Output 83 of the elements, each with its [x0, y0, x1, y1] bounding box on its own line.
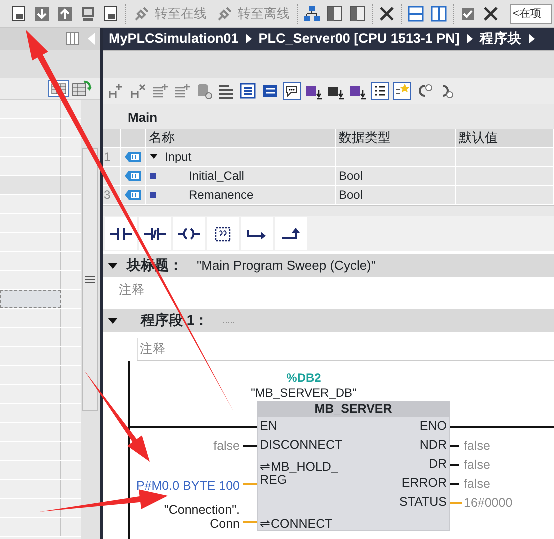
list-icon[interactable]	[371, 82, 389, 100]
caret-down-icon[interactable]	[107, 316, 119, 326]
list-icon[interactable]	[261, 82, 279, 100]
close-icon[interactable]	[378, 4, 396, 22]
plug-icon	[216, 4, 234, 22]
parameter-value: 16#0000	[463, 494, 514, 512]
search-field[interactable]: <在项	[510, 4, 552, 24]
close-branch-icon	[280, 227, 302, 240]
tag-icon	[124, 151, 142, 163]
parameter-value: false	[463, 438, 492, 454]
comment-icon[interactable]	[283, 82, 301, 100]
ladder-tool-button[interactable]	[173, 217, 205, 250]
monitor-icon[interactable]	[79, 4, 97, 22]
tag-icon	[124, 170, 142, 182]
pin-label: DR	[428, 456, 448, 473]
stack-icon[interactable]	[217, 82, 235, 100]
instance-name: "MB_SERVER_DB"	[250, 386, 358, 401]
pin-label: ERROR	[400, 475, 448, 492]
variable-name: Initial_Call	[189, 168, 244, 185]
parameter-value: false	[463, 456, 492, 474]
panel-icon[interactable]	[326, 4, 344, 22]
pin-label: ⇌MB_HOLD_ REG	[259, 459, 340, 489]
block-title: Main	[103, 104, 554, 129]
data-type-cell: Bool	[336, 167, 456, 186]
upload-icon[interactable]	[56, 4, 74, 22]
ladder-tool-button[interactable]	[207, 217, 239, 250]
square-icon	[149, 172, 157, 180]
lines-icon[interactable]	[151, 82, 169, 100]
ladder-tool-button[interactable]	[275, 217, 307, 250]
column-header	[103, 129, 121, 148]
breadcrumb-item[interactable]: 程序块	[480, 28, 522, 50]
chevron-right-icon	[528, 34, 535, 44]
column-header: 名称	[146, 129, 336, 148]
list-icon[interactable]	[239, 82, 257, 100]
pin-label: ENO	[418, 418, 448, 435]
chevron-right-icon	[246, 34, 252, 44]
comment-text: 注释	[118, 282, 146, 299]
network-label: 程序段 1：	[141, 311, 209, 330]
ladder-tool-button[interactable]	[241, 217, 273, 250]
document-icon[interactable]	[102, 4, 120, 22]
pin-label: STATUS	[398, 494, 448, 511]
instance-address: %DB2	[286, 371, 322, 386]
comment-text: 注释	[137, 338, 554, 361]
column-header: 默认值	[456, 129, 554, 148]
scrollbar[interactable]	[82, 148, 98, 411]
chevron-right-icon	[466, 34, 473, 44]
panel-icon[interactable]	[349, 4, 367, 22]
lines-icon[interactable]	[173, 82, 191, 100]
ladder-tool-button[interactable]	[139, 217, 171, 250]
network-title: .....	[222, 314, 236, 327]
ladder-tool-button[interactable]	[105, 217, 137, 250]
columns-icon[interactable]	[66, 32, 80, 46]
breadcrumb-item[interactable]: MyPLCSimulation01	[109, 28, 239, 50]
caret-down-icon[interactable]	[107, 260, 119, 270]
pin-label: NDR	[418, 437, 448, 454]
open-branch-icon	[246, 227, 268, 240]
column-header: 数据类型	[336, 129, 456, 148]
variable-name: Remanence	[189, 187, 254, 204]
row-number: 1	[103, 148, 121, 167]
parameter-value: P#M0.0 BYTE 100	[135, 478, 241, 493]
delete-icon[interactable]	[129, 82, 147, 100]
pin-label: EN	[259, 418, 278, 435]
parameter-value: false	[463, 476, 492, 492]
grip-icon	[85, 276, 95, 284]
pin-label: DISCONNECT	[259, 437, 344, 454]
network-icon[interactable]	[303, 4, 321, 22]
variable-name: Input	[165, 149, 192, 166]
block-title-value: "Main Program Sweep (Cycle)"	[197, 256, 376, 275]
cylinder-icon[interactable]	[195, 82, 213, 100]
block-name: MB_SERVER	[257, 401, 450, 417]
split-vertical-icon[interactable]	[430, 4, 448, 22]
parameter-value: false	[212, 438, 241, 454]
split-horizontal-icon[interactable]	[407, 4, 425, 22]
refresh-table-icon[interactable]	[72, 80, 92, 98]
plug-icon	[133, 4, 151, 22]
breadcrumb-item[interactable]: PLC_Server00 [CPU 1513-1 PN]	[258, 28, 460, 50]
insert-icon[interactable]	[107, 82, 125, 100]
tag-icon	[124, 189, 142, 201]
document-icon[interactable]	[10, 4, 28, 22]
parameter-value: "Connection". Conn	[163, 502, 241, 531]
close-icon[interactable]	[482, 4, 500, 22]
square-icon	[149, 191, 157, 199]
pin-label: ⇌CONNECT	[259, 516, 334, 531]
